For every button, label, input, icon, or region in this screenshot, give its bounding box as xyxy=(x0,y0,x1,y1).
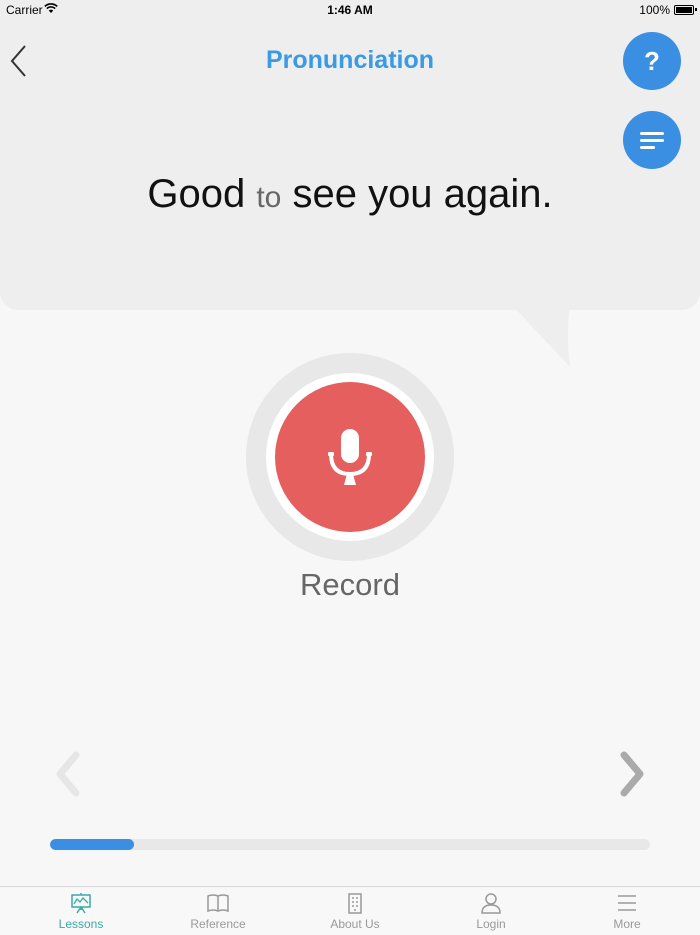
phrase-text-end: see you again. xyxy=(281,172,553,216)
page-title: Pronunciation xyxy=(265,46,435,74)
bubble-tail xyxy=(512,305,570,367)
open-book-icon xyxy=(207,894,229,913)
tab-more[interactable]: More xyxy=(559,887,695,935)
phrase-text-muted: to xyxy=(256,181,282,214)
tab-label: More xyxy=(613,917,641,931)
battery-percent: 100% xyxy=(639,3,670,17)
record-label: Record xyxy=(300,567,400,602)
progress-bar xyxy=(50,839,650,850)
status-time: 1:46 AM xyxy=(327,3,373,17)
menu-icon xyxy=(640,132,664,135)
tab-label: Reference xyxy=(190,917,246,931)
record-button[interactable] xyxy=(275,382,425,532)
next-button[interactable] xyxy=(616,751,648,797)
building-icon xyxy=(348,893,362,914)
tab-bar: Lessons Reference About Us Login More xyxy=(0,886,700,935)
help-button[interactable]: ? xyxy=(623,32,681,90)
text-menu-button[interactable] xyxy=(623,111,681,169)
microphone-icon xyxy=(328,429,372,485)
tab-label: Login xyxy=(476,917,506,931)
hamburger-icon xyxy=(618,895,636,911)
tab-reference[interactable]: Reference xyxy=(150,887,286,935)
tab-label: Lessons xyxy=(58,917,104,931)
tab-label: About Us xyxy=(330,917,380,931)
battery-icon xyxy=(674,5,694,15)
help-icon: ? xyxy=(644,46,660,76)
status-bar: Carrier 1:46 AM 100% xyxy=(0,0,700,20)
person-icon xyxy=(481,893,501,914)
previous-button[interactable] xyxy=(52,751,84,797)
practice-phrase: Good to see you again. xyxy=(0,172,700,217)
presentation-board-icon xyxy=(71,893,91,914)
tab-lessons[interactable]: Lessons xyxy=(13,887,149,935)
tab-login[interactable]: Login xyxy=(423,887,559,935)
tab-about-us[interactable]: About Us xyxy=(287,887,423,935)
progress-fill xyxy=(50,839,134,850)
phrase-text-start: Good xyxy=(147,172,257,216)
